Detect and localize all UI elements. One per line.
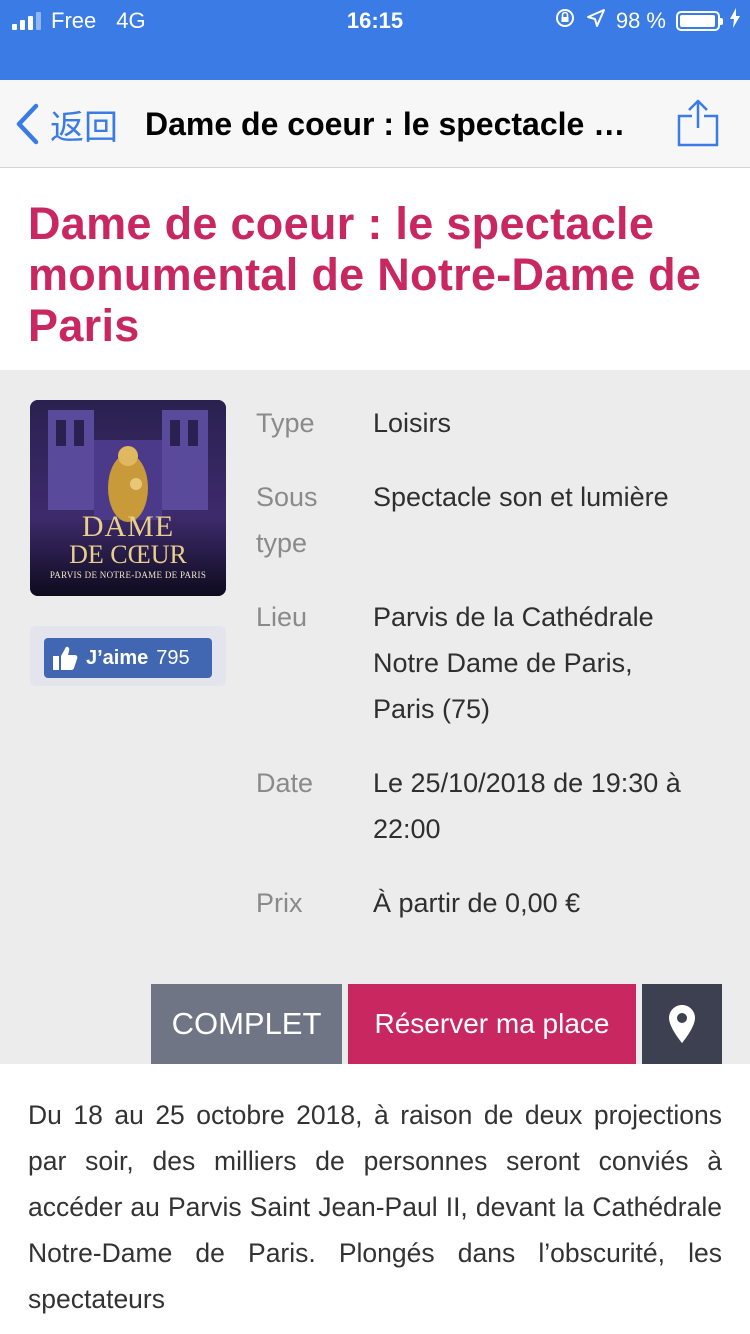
map-pin-icon bbox=[669, 1005, 695, 1043]
detail-value: Loisirs bbox=[373, 408, 452, 438]
location-icon bbox=[586, 8, 606, 34]
event-details: Type Loisirs Sous type Spectacle son et … bbox=[256, 400, 726, 954]
detail-value: Le 25/10/2018 de 19:30 à 22:00 bbox=[373, 768, 681, 844]
detail-key: Sous type bbox=[256, 482, 318, 558]
chevron-left-icon bbox=[16, 103, 39, 145]
navigation-bar: 返回 Dame de coeur : le spectacle monument… bbox=[0, 80, 750, 168]
detail-value: Spectacle son et lumière bbox=[373, 482, 669, 512]
detail-row-location: Lieu Parvis de la Cathédrale Notre Dame … bbox=[256, 594, 726, 732]
like-widget: J’aime 795 bbox=[30, 626, 226, 686]
event-title: Dame de coeur : le spectacle monumental … bbox=[28, 198, 702, 351]
detail-row-type: Type Loisirs bbox=[256, 400, 726, 446]
detail-value: À partir de 0,00 € bbox=[373, 888, 581, 918]
event-info-panel: DAME DE CŒUR PARVIS DE NOTRE-DAME DE PAR… bbox=[0, 370, 750, 1064]
event-header: Dame de coeur : le spectacle monumental … bbox=[0, 168, 750, 370]
detail-value: Parvis de la Cathédrale Notre Dame de Pa… bbox=[373, 602, 654, 724]
thumbs-up-icon bbox=[53, 646, 78, 670]
detail-key: Lieu bbox=[256, 602, 308, 632]
detail-key: Prix bbox=[256, 888, 303, 918]
back-label: 返回 bbox=[50, 108, 118, 147]
detail-row-price: Prix À partir de 0,00 € bbox=[256, 880, 726, 926]
battery-percent: 98 % bbox=[615, 8, 666, 33]
detail-row-subtype: Sous type Spectacle son et lumière bbox=[256, 474, 726, 566]
nav-title: Dame de coeur : le spectacle monumental … bbox=[145, 106, 650, 142]
facebook-like-button[interactable]: J’aime 795 bbox=[44, 638, 212, 678]
like-count: 795 bbox=[156, 646, 190, 669]
poster-title-2: DE CŒUR bbox=[69, 540, 187, 569]
status-bar: Free 4G 16:15 98 % bbox=[0, 0, 750, 80]
detail-key: Type bbox=[256, 408, 315, 438]
detail-key: Date bbox=[256, 768, 314, 798]
like-label: J’aime bbox=[86, 646, 149, 669]
reserve-button[interactable]: Réserver ma place bbox=[348, 984, 636, 1064]
map-button[interactable] bbox=[642, 984, 722, 1064]
event-description: Du 18 au 25 octobre 2018, à raison de de… bbox=[28, 1100, 722, 1314]
poster-title-1: DAME bbox=[81, 510, 175, 543]
poster-subtitle: PARVIS DE NOTRE-DAME DE PARIS bbox=[49, 570, 207, 580]
event-poster[interactable]: DAME DE CŒUR PARVIS DE NOTRE-DAME DE PAR… bbox=[30, 400, 226, 596]
orientation-lock-icon bbox=[554, 7, 576, 35]
charging-icon bbox=[730, 8, 740, 34]
back-button[interactable]: 返回 bbox=[14, 98, 118, 150]
complet-button[interactable]: COMPLET bbox=[151, 984, 342, 1064]
status-right: 98 % bbox=[554, 8, 740, 34]
detail-row-date: Date Le 25/10/2018 de 19:30 à 22:00 bbox=[256, 760, 726, 852]
battery-icon bbox=[676, 11, 723, 31]
share-icon[interactable] bbox=[676, 98, 720, 148]
